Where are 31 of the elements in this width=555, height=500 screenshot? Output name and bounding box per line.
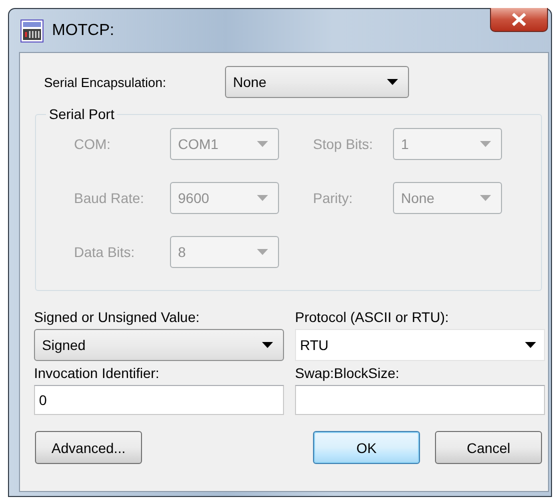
dropdown[interactable]: RTU (295, 329, 545, 361)
field-label: Stop Bits: (313, 136, 374, 152)
input-field[interactable]: 0 (34, 385, 284, 415)
input-field[interactable] (295, 385, 545, 415)
group-title: Serial Port (48, 106, 116, 122)
dialog-button[interactable]: Advanced... (35, 431, 142, 464)
caret-icon (480, 195, 491, 201)
dialog-button[interactable]: OK (313, 431, 420, 464)
caret-icon (262, 342, 273, 348)
caret-icon (257, 249, 268, 255)
dropdown[interactable]: None (225, 66, 409, 98)
caret-icon (257, 195, 268, 201)
field-label: Parity: (313, 190, 354, 206)
caret-icon (525, 342, 536, 348)
field-label: Data Bits: (74, 244, 136, 260)
app-icon (20, 18, 44, 42)
field-label: Baud Rate: (74, 190, 146, 206)
dialog-button[interactable]: Cancel (435, 431, 542, 464)
field-label: Swap:BlockSize: (295, 365, 400, 381)
close-button[interactable] (490, 8, 548, 32)
caret-icon (480, 141, 491, 147)
field-label: COM: (74, 136, 112, 152)
caret-icon (387, 79, 398, 85)
dropdown[interactable]: Signed (34, 329, 284, 361)
field-label: Protocol (ASCII or RTU): (295, 309, 450, 325)
caret-icon (257, 141, 268, 147)
close-icon (511, 13, 527, 26)
field-label: Invocation Identifier: (34, 365, 160, 381)
field-label: Serial Encapsulation: (44, 74, 168, 90)
field-label: Signed or Unsigned Value: (34, 309, 201, 325)
window-title: MOTCP: (52, 22, 114, 40)
